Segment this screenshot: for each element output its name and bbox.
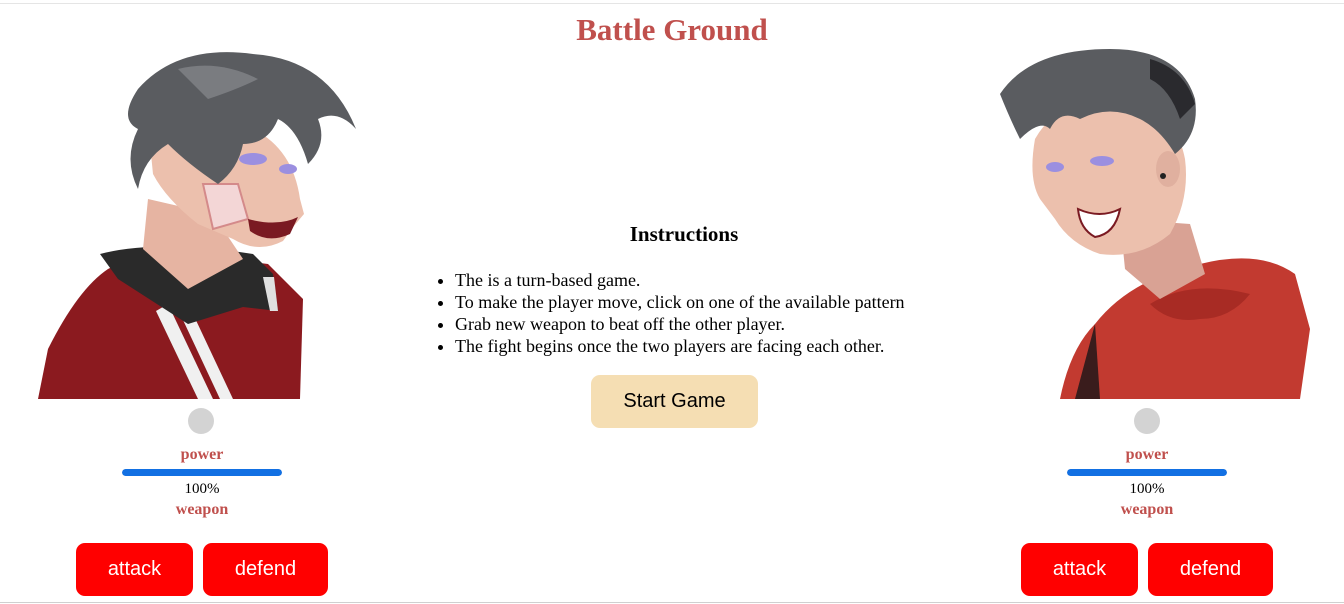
player-one-defend-button[interactable]: defend (203, 543, 328, 596)
player-two-power-value: 100% (1129, 481, 1165, 497)
player-one-power-bar (122, 469, 282, 476)
instructions-heading: Instructions (629, 222, 739, 246)
player-two-power-bar (1067, 469, 1227, 476)
player-one-power-label: power (180, 446, 224, 463)
player-one-portrait (38, 49, 360, 399)
page-title: Battle Ground (576, 12, 768, 47)
player-one-power-fill (122, 469, 282, 476)
player-two-attack-button[interactable]: attack (1021, 543, 1138, 596)
player-two-weapon-label: weapon (1120, 501, 1174, 518)
player-one-weapon-label: weapon (175, 501, 229, 518)
player-two-power-fill (1067, 469, 1227, 476)
player-two-defend-button[interactable]: defend (1148, 543, 1273, 596)
instructions-panel: Instructions The is a turn-based game. T… (420, 222, 940, 357)
bottom-divider (0, 602, 1344, 603)
top-divider (0, 3, 1344, 4)
player-one-power-value: 100% (184, 481, 220, 497)
player-two-token (1134, 408, 1160, 434)
instruction-item: To make the player move, click on one of… (455, 291, 940, 313)
player-one-token (188, 408, 214, 434)
instruction-item: The fight begins once the two players ar… (455, 335, 940, 357)
start-game-button[interactable]: Start Game (591, 375, 758, 428)
instruction-item: Grab new weapon to beat off the other pl… (455, 313, 940, 335)
player-two-power-label: power (1125, 446, 1169, 463)
instructions-list: The is a turn-based game. To make the pl… (420, 269, 940, 357)
player-two-portrait (1000, 49, 1310, 399)
instruction-item: The is a turn-based game. (455, 269, 940, 291)
player-one-attack-button[interactable]: attack (76, 543, 193, 596)
